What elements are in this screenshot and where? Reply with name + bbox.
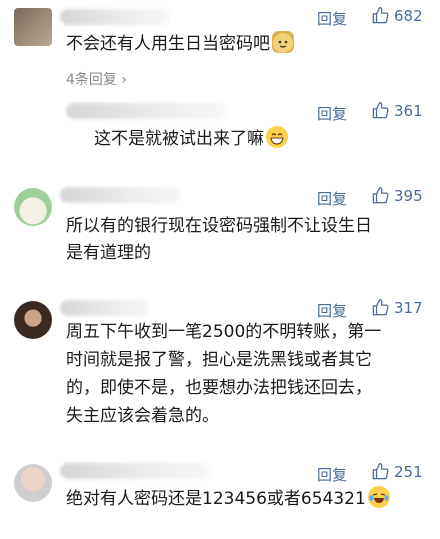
- comment-line: 失主应该会着急的。: [66, 406, 219, 426]
- comment-text: 所以有的银行现在设密码强制不让设生日 是有道理的: [66, 213, 372, 267]
- username-blurred[interactable]: [60, 300, 150, 316]
- thumbs-up-icon: [372, 6, 389, 24]
- comment-line: 的，即使不是，也要想办法把钱还回去，: [66, 378, 372, 398]
- like-button[interactable]: 395: [371, 186, 423, 205]
- reply-button[interactable]: 回复: [317, 188, 347, 209]
- avatar[interactable]: [14, 8, 52, 46]
- username-blurred[interactable]: [66, 103, 226, 119]
- username-blurred[interactable]: [60, 9, 170, 25]
- thumbs-up-icon: [372, 186, 389, 204]
- comment-text: 这不是就被试出来了嘛: [94, 126, 288, 153]
- like-count: 317: [394, 298, 423, 317]
- reply-button[interactable]: 回复: [317, 103, 347, 124]
- avatar[interactable]: [14, 301, 52, 339]
- comment-line: 所以有的银行现在设密码强制不让设生日: [66, 216, 372, 236]
- comment-text: 周五下午收到一笔2500的不明转账，第一 时间就是报了警，担心是洗黑钱或者其它 …: [66, 318, 381, 430]
- avatar[interactable]: [14, 188, 52, 226]
- thumbs-up-icon: [372, 101, 389, 119]
- like-button[interactable]: 251: [371, 462, 423, 481]
- reply-button[interactable]: 回复: [317, 8, 347, 29]
- like-count: 251: [394, 462, 423, 481]
- comment-1: 回复 682 不会还有人用生日当密码吧 4条回复 ›: [0, 0, 440, 90]
- comment-text: 不会还有人用生日当密码吧: [66, 31, 294, 58]
- thumbs-up-icon: [372, 462, 389, 480]
- cat-emoji-icon: [272, 31, 294, 53]
- comment-3: 回复 395 所以有的银行现在设密码强制不让设生日 是有道理的: [0, 182, 440, 268]
- comment-text: 绝对有人密码还是123456或者654321: [66, 486, 390, 513]
- laugh-cry-emoji-icon: [367, 486, 390, 508]
- like-count: 682: [394, 6, 423, 25]
- comment-line: 绝对有人密码还是123456或者654321: [66, 489, 366, 509]
- like-button[interactable]: 682: [371, 6, 423, 25]
- comment-line: 不会还有人用生日当密码吧: [66, 34, 270, 54]
- comment-line: 时间就是报了警，担心是洗黑钱或者其它: [66, 350, 372, 370]
- username-blurred[interactable]: [60, 187, 180, 203]
- thumbs-up-icon: [372, 298, 389, 316]
- comment-5: 回复 251 绝对有人密码还是123456或者654321: [0, 458, 440, 528]
- reply-button[interactable]: 回复: [317, 464, 347, 485]
- avatar[interactable]: [14, 464, 52, 502]
- like-count: 395: [394, 186, 423, 205]
- comment-2: 回复 361 这不是就被试出来了嘛: [0, 96, 440, 156]
- more-replies-link[interactable]: 4条回复 ›: [66, 69, 127, 89]
- comment-line: 周五下午收到一笔2500的不明转账，第一: [66, 322, 382, 342]
- comment-line: 这不是就被试出来了嘛: [94, 129, 264, 149]
- like-count: 361: [394, 101, 423, 120]
- grin-emoji-icon: [266, 126, 288, 148]
- comment-line: 是有道理的: [66, 243, 151, 263]
- like-button[interactable]: 317: [371, 298, 423, 317]
- comment-4: 回复 317 周五下午收到一笔2500的不明转账，第一 时间就是报了警，担心是洗…: [0, 294, 440, 434]
- like-button[interactable]: 361: [371, 101, 423, 120]
- username-blurred[interactable]: [60, 463, 210, 479]
